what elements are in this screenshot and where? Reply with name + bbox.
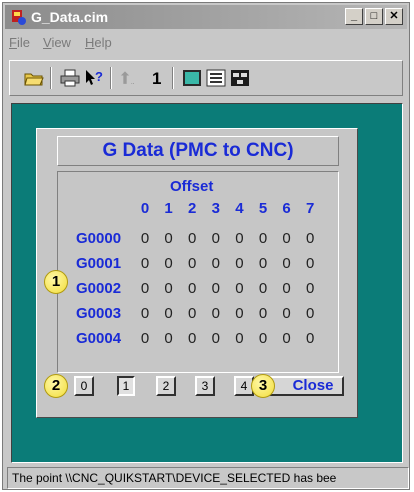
bit-value-cell: 0 — [140, 255, 150, 272]
svg-text:?: ? — [95, 69, 103, 84]
row-address: G0002 — [76, 280, 122, 297]
bit-value-cell: 0 — [258, 280, 268, 297]
title-bar[interactable]: G_Data.cim _ □ ✕ — [5, 5, 407, 29]
bit-value-cell: 0 — [258, 255, 268, 272]
bit-value-cell: 0 — [188, 280, 197, 297]
page-button-3[interactable]: 3 — [195, 376, 215, 396]
bit-value-cell: 0 — [306, 230, 315, 247]
menu-bar: File View Help — [5, 33, 407, 53]
bit-value-cell: 0 — [258, 230, 268, 247]
column-header: 0 — [140, 200, 150, 217]
page-button-2[interactable]: 2 — [156, 376, 176, 396]
bit-value-cell: 0 — [164, 330, 173, 347]
column-header: 2 — [188, 200, 197, 217]
page-button-1[interactable]: 1 — [117, 376, 135, 396]
bit-value-cell: 0 — [258, 330, 268, 347]
callout-marker-3: 3 — [251, 374, 275, 398]
bit-value-cell: 0 — [282, 280, 291, 297]
bit-value-cell: 0 — [188, 230, 197, 247]
close-dialog-button[interactable]: Close — [268, 376, 344, 396]
g-data-dialog: G Data (PMC to CNC) — [36, 128, 358, 418]
page-number: 1 — [152, 69, 162, 88]
row-address: G0000 — [76, 230, 122, 247]
list-view-icon[interactable] — [206, 69, 226, 87]
column-header: 1 — [164, 200, 173, 217]
bit-value-cell: 0 — [211, 305, 220, 322]
tree-view-icon[interactable] — [230, 69, 250, 87]
bit-value-cell: 0 — [188, 330, 197, 347]
column-header: 5 — [258, 200, 268, 217]
open-folder-icon[interactable] — [24, 69, 44, 87]
bit-value-cell: 0 — [211, 280, 220, 297]
status-bar: The point \\CNC_QUIKSTART\DEVICE_SELECTE… — [7, 467, 409, 489]
column-header: 4 — [235, 200, 244, 217]
callout-marker-1: 1 — [44, 270, 68, 294]
maximize-button[interactable]: □ — [365, 8, 383, 25]
bit-value-cell: 0 — [235, 255, 244, 272]
offset-header: Offset — [170, 178, 214, 195]
bit-value-cell: 0 — [140, 280, 150, 297]
print-icon[interactable] — [60, 69, 80, 87]
toolbar-separator — [172, 67, 174, 89]
column-header: 7 — [306, 200, 315, 217]
bit-value-cell: 0 — [140, 305, 150, 322]
bit-value-cell: 0 — [164, 305, 173, 322]
bit-value-cell: 0 — [306, 305, 315, 322]
previous-page-icon[interactable]: .. — [120, 69, 140, 87]
bit-value-cell: 0 — [282, 255, 291, 272]
bit-value-cell: 0 — [235, 305, 244, 322]
svg-text:..: .. — [131, 79, 135, 86]
bit-value-cell: 0 — [140, 230, 150, 247]
row-address: G0003 — [76, 305, 122, 322]
toolbar: ? .. 1 — [9, 60, 403, 96]
menu-file[interactable]: File — [9, 35, 30, 50]
bit-value-cell: 0 — [164, 230, 173, 247]
screen-view-icon[interactable] — [182, 69, 202, 87]
dialog-title: G Data (PMC to CNC) — [57, 136, 339, 166]
bit-value-cell: 0 — [282, 330, 291, 347]
minimize-button[interactable]: _ — [345, 8, 363, 25]
context-help-icon[interactable]: ? — [84, 69, 104, 87]
row-address: G0001 — [76, 255, 122, 272]
column-header: 6 — [282, 200, 291, 217]
window-title: G_Data.cim — [31, 9, 109, 25]
bit-value-cell: 0 — [258, 305, 268, 322]
column-header: 3 — [211, 200, 220, 217]
bit-value-cell: 0 — [282, 305, 291, 322]
bit-value-cell: 0 — [211, 330, 220, 347]
bit-value-cell: 0 — [282, 230, 291, 247]
bit-value-cell: 0 — [140, 330, 150, 347]
close-window-button[interactable]: ✕ — [385, 8, 403, 25]
bit-value-cell: 0 — [188, 255, 197, 272]
row-address: G0004 — [76, 330, 122, 347]
bit-value-cell: 0 — [306, 280, 315, 297]
bit-value-cell: 0 — [211, 255, 220, 272]
bit-value-cell: 0 — [164, 255, 173, 272]
page-button-0[interactable]: 0 — [74, 376, 94, 396]
bit-value-cell: 0 — [235, 330, 244, 347]
toolbar-separator — [50, 67, 52, 89]
bit-value-cell: 0 — [306, 255, 315, 272]
bit-value-cell: 0 — [235, 280, 244, 297]
toolbar-separator — [110, 67, 112, 89]
menu-help[interactable]: Help — [85, 35, 112, 50]
callout-marker-2: 2 — [44, 374, 68, 398]
bit-value-cell: 0 — [164, 280, 173, 297]
bit-value-cell: 0 — [306, 330, 315, 347]
menu-view[interactable]: View — [43, 35, 71, 50]
bit-value-cell: 0 — [235, 230, 244, 247]
bit-value-cell: 0 — [188, 305, 197, 322]
app-icon — [12, 10, 26, 25]
bit-value-cell: 0 — [211, 230, 220, 247]
